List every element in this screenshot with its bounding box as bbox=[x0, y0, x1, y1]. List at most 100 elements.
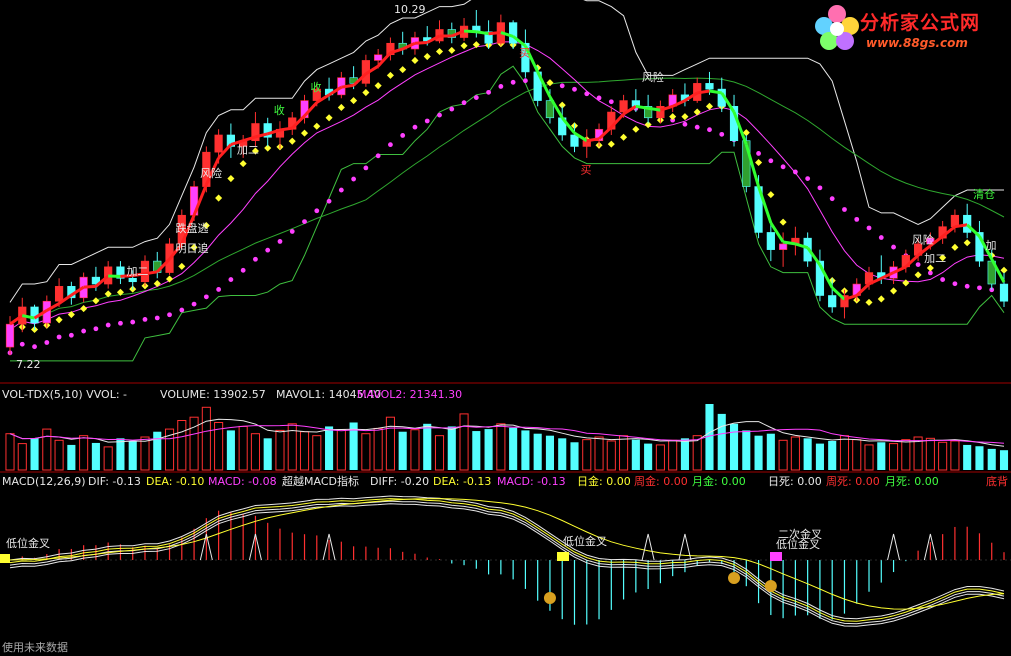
magenta-dot bbox=[437, 112, 442, 118]
vol-volume-value: VOLUME: 13902.57 bbox=[160, 388, 266, 401]
volume-bar bbox=[263, 438, 272, 470]
volume-bar bbox=[116, 438, 125, 470]
logo-title: 分析家公式网 bbox=[860, 12, 981, 34]
candle-body bbox=[705, 83, 714, 90]
vol-mavol2-value: MAVOL2: 21341.30 bbox=[357, 388, 462, 401]
magenta-dot bbox=[915, 262, 921, 268]
svg-text:VOL-TDX(5,10) VVOL: -: VOL-TDX(5,10) VVOL: - bbox=[2, 388, 127, 401]
magenta-dot bbox=[412, 124, 418, 130]
trend-line-segment bbox=[341, 83, 354, 89]
macd-dea: DEA: -0.10 bbox=[146, 475, 204, 488]
volume-bar bbox=[570, 442, 579, 470]
signal-receive-2: 收 bbox=[311, 80, 322, 94]
trend-line-segment bbox=[709, 89, 722, 95]
macd-bottom-divergence: 底背 bbox=[986, 474, 1008, 488]
trend-line-segment bbox=[279, 126, 293, 132]
low-price-label: 7.22 bbox=[16, 358, 41, 371]
signal-receive: 收 bbox=[274, 103, 285, 117]
magenta-dot bbox=[608, 99, 614, 105]
trend-line-segment bbox=[586, 137, 600, 143]
magenta-dot bbox=[142, 316, 148, 322]
volume-bar bbox=[815, 443, 824, 470]
high-price-label: 10.29 bbox=[394, 3, 426, 16]
magenta-dot bbox=[253, 256, 258, 262]
volume-bar bbox=[153, 431, 162, 470]
magenta-dot bbox=[866, 225, 872, 231]
magenta-dot bbox=[473, 95, 479, 100]
magenta-dot bbox=[817, 185, 823, 191]
volume-bar bbox=[631, 439, 640, 470]
trend-line-segment bbox=[488, 31, 502, 36]
magenta-dot bbox=[44, 340, 50, 345]
trend-line-segment bbox=[782, 240, 796, 246]
magenta-dot bbox=[829, 196, 835, 202]
low-gold-cross-marker-2 bbox=[557, 552, 569, 561]
magenta-dot bbox=[805, 176, 811, 182]
volume-bar bbox=[963, 444, 972, 470]
magenta-dot bbox=[449, 106, 455, 112]
candle-body bbox=[999, 283, 1009, 302]
volume-bar bbox=[975, 446, 984, 470]
trend-line-segment bbox=[476, 30, 489, 36]
signal-risk-3: 风险 bbox=[912, 233, 934, 247]
magenta-dot bbox=[792, 169, 798, 175]
volume-bar bbox=[828, 440, 837, 470]
volume-bar bbox=[877, 442, 886, 470]
magenta-dot bbox=[179, 307, 185, 313]
magenta-dot bbox=[338, 187, 344, 193]
macd-indicator-name: 超越MACD指标 bbox=[282, 474, 359, 488]
logo-url: www.88gs.com bbox=[866, 36, 968, 50]
macd-dif: DIF: -0.13 bbox=[88, 475, 141, 488]
volume-bar bbox=[999, 450, 1009, 470]
volume-bar bbox=[423, 423, 432, 470]
candle-body bbox=[570, 134, 579, 147]
trend-line-segment bbox=[954, 223, 968, 229]
signal-risk-2: 风险 bbox=[642, 70, 664, 84]
signal-buy: 买 bbox=[519, 46, 530, 59]
magenta-dot bbox=[203, 294, 209, 300]
svg-text:MAVOL2: 21341.30: MAVOL2: 21341.30 bbox=[357, 388, 462, 401]
macd-day-gold: 日金: 0.00 bbox=[577, 474, 631, 488]
magenta-dot bbox=[68, 332, 74, 338]
macd-month-dead: 月死: 0.00 bbox=[885, 475, 939, 488]
macd-header: MACD(12,26,9) DIF: -0.13 DEA: -0.10 MACD… bbox=[2, 474, 1008, 488]
candle-body bbox=[779, 243, 788, 250]
second-gold-cross-marker bbox=[770, 552, 782, 561]
signal-buy-2: 买 bbox=[580, 164, 591, 177]
macd-diff2: DIFF: -0.20 bbox=[370, 475, 429, 488]
magenta-dot bbox=[461, 100, 467, 106]
volume-bar bbox=[754, 435, 763, 470]
volume-bar bbox=[766, 433, 775, 470]
magenta-dot bbox=[707, 127, 712, 133]
volume-bar bbox=[128, 440, 137, 470]
magenta-dot bbox=[240, 267, 246, 273]
macd-macd2: MACD: -0.13 bbox=[497, 475, 566, 488]
volume-bar bbox=[484, 429, 493, 470]
candle-body bbox=[374, 54, 383, 61]
vol-header: VOL-TDX(5,10) VVOL: - bbox=[2, 388, 127, 401]
candle-body bbox=[5, 323, 15, 348]
magenta-dot bbox=[302, 219, 307, 225]
magenta-dot bbox=[424, 118, 430, 124]
trend-line-segment bbox=[647, 106, 661, 112]
trend-line-segment bbox=[463, 29, 477, 34]
volume-bar bbox=[680, 438, 689, 470]
magenta-dot bbox=[56, 334, 62, 340]
macd-day-dead: 日死: 0.00 bbox=[768, 475, 822, 488]
magenta-dot bbox=[228, 277, 234, 282]
stock-chart: 加二明日追跌盘逃风险加二收收买买风险风险加二清仓加 10.29 7.22 VOL… bbox=[0, 0, 1011, 656]
magenta-dot bbox=[289, 229, 295, 234]
magenta-dot bbox=[486, 89, 491, 95]
site-logo[interactable]: 分析家公式网 www.88gs.com bbox=[808, 2, 1008, 58]
macd-week-dead: 周死: 0.00 bbox=[826, 475, 880, 488]
signal-tomorrow-chase: 明日追 bbox=[176, 241, 209, 255]
magenta-dot bbox=[719, 131, 725, 137]
volume-bar bbox=[91, 442, 100, 470]
low-gold-cross-label-3: 低位金叉 bbox=[776, 537, 820, 551]
signal-add-two-3: 加二 bbox=[924, 252, 946, 265]
magenta-dot bbox=[878, 235, 884, 240]
macd-name: MACD(12,26,9) bbox=[2, 475, 86, 488]
magenta-dot bbox=[559, 83, 565, 89]
trend-line-segment bbox=[83, 284, 96, 289]
magenta-dot bbox=[964, 283, 970, 289]
